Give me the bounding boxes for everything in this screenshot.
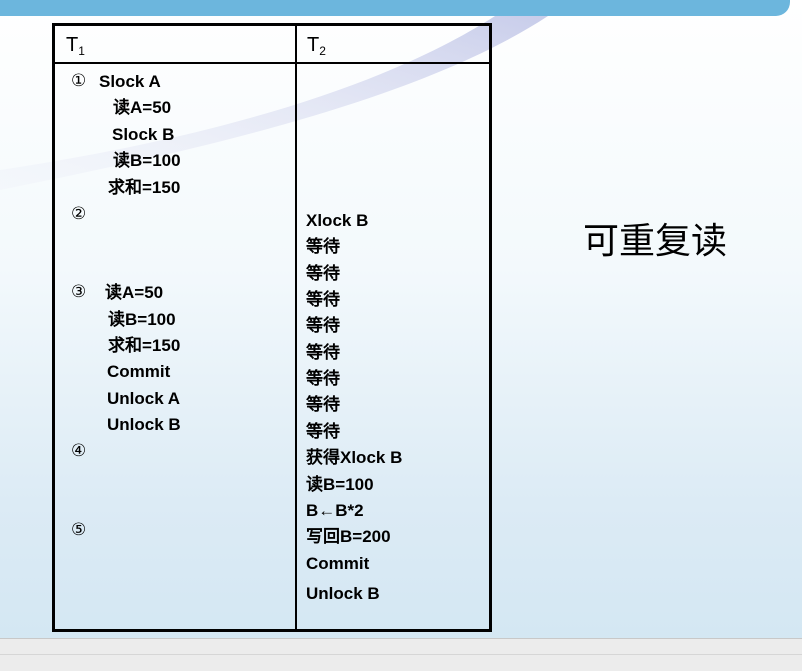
step-marker-5: ⑤ — [71, 520, 87, 540]
t2-wait: 等待 — [306, 290, 340, 309]
step-marker-4: ④ — [71, 441, 87, 461]
step-marker-2: ② — [71, 204, 87, 224]
t1-commit: Commit — [107, 362, 171, 381]
t2-wait: 等待 — [306, 369, 340, 388]
slide-title-repeatable-read: 可重复读 — [583, 221, 728, 262]
t1-resum: 求和=150 — [108, 336, 181, 355]
t2-unlock-b: Unlock B — [306, 584, 380, 603]
t2-read-b: 读B=100 — [306, 475, 374, 494]
t1-reread-b: 读B=100 — [108, 310, 176, 329]
column-divider — [295, 26, 297, 629]
t2-wait: 等待 — [306, 264, 340, 283]
t1-unlock-a: Unlock A — [107, 389, 181, 408]
column-header-t1: T1 — [66, 34, 85, 58]
t2-wait: 等待 — [306, 237, 340, 256]
t2-double-b: B←B*2 — [306, 501, 364, 520]
column-header-t2: T2 — [307, 34, 326, 58]
t2-get-xlock-b: 获得Xlock B — [306, 448, 403, 467]
t1-sum: 求和=150 — [108, 178, 181, 197]
t1-slock-a: Slock A — [99, 72, 161, 91]
t2-commit: Commit — [306, 554, 370, 573]
t1-read-b: 读B=100 — [113, 151, 181, 170]
step-marker-1: ① — [71, 71, 87, 91]
t1-slock-b: Slock B — [112, 125, 175, 144]
step-marker-3: ③ — [71, 282, 87, 302]
t2-wait: 等待 — [306, 343, 340, 362]
header-divider — [55, 62, 489, 64]
t2-xlock-b: Xlock B — [306, 211, 369, 230]
lock-schedule-table: T1 T2 ① Slock A 读A=50 Slock B 读B=100 求和=… — [52, 23, 492, 632]
bottom-status-bar — [0, 638, 802, 671]
t2-wait: 等待 — [306, 316, 340, 335]
t2-wait: 等待 — [306, 422, 340, 441]
t2-wait: 等待 — [306, 395, 340, 414]
t1-unlock-b: Unlock B — [107, 415, 181, 434]
t1-reread-a: 读A=50 — [105, 283, 164, 302]
t1-read-a: 读A=50 — [113, 98, 172, 117]
t2-write-b: 写回B=200 — [306, 527, 391, 546]
